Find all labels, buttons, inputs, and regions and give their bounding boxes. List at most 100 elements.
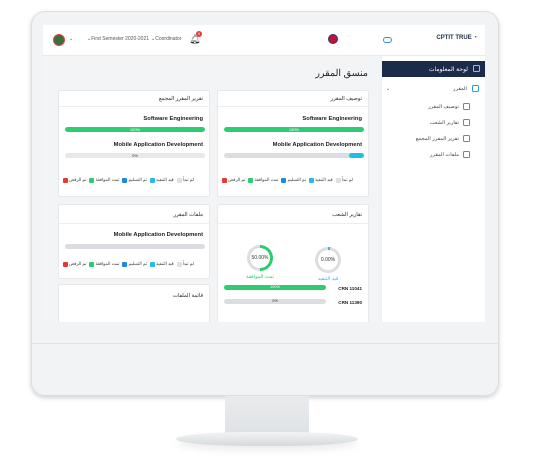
legend-item: تم الرفض [63, 261, 86, 267]
legend-item: تمت الموافقة [248, 177, 278, 183]
semester-dropdown[interactable]: ⌄First Semester 2020-2021 [87, 36, 149, 42]
approved-ring: 50.00% [247, 245, 273, 271]
status-legend: لم تبدأ قيد التنفيذ تم التسليم تمت الموا… [63, 177, 194, 183]
sidebar-item-course-spec[interactable]: توصيف المقرر [381, 100, 485, 114]
legend-item: تم التسليم [122, 177, 147, 183]
legend-item: قيد التنفيذ [308, 177, 333, 183]
course-files-card: ملفات المقرر Mobile Application Developm… [58, 204, 210, 279]
course-name: Software Engineering [143, 116, 203, 122]
progress-bar [224, 153, 364, 158]
card-divider [218, 106, 368, 107]
legend-item: تم التسليم [281, 177, 306, 183]
legend-swatch [149, 177, 155, 183]
chart-icon [463, 135, 470, 142]
legend-item: تم الرفض [222, 177, 245, 183]
crn-label: CRN 11390 [338, 300, 362, 305]
approved-label: تمت الموافقة [246, 274, 274, 280]
chevron-down-icon: ⌄ [386, 86, 391, 92]
card-title: قائمة الملفات [172, 293, 203, 299]
sidebar-item-label: تقرير المقرر المجمع [415, 136, 459, 142]
sidebar-item-label: ملفات المقرر [429, 152, 459, 158]
legend-item: تمت الموافقة [89, 177, 119, 183]
legend-swatch [335, 177, 341, 183]
progress-bar: 100% [224, 127, 364, 132]
role-label: Coordinator [155, 36, 182, 42]
semester-label: First Semester 2020-2021 [91, 36, 150, 42]
logo-dropdown-chevron-icon[interactable]: ⌄ [69, 36, 73, 42]
legend-item: تمت الموافقة [89, 261, 119, 267]
legend-swatch [222, 177, 227, 183]
sidebar-item-label: المقرر [452, 86, 467, 92]
sidebar-item-label: توصيف المقرر [428, 104, 459, 110]
course-spec-card: توصيف المقرر Software Engineering 100% M… [217, 90, 369, 197]
sidebar-item-sections-reports[interactable]: تقارير الشعب [381, 116, 485, 130]
status-legend: لم تبدأ قيد التنفيذ تم التسليم تمت الموا… [222, 177, 353, 183]
legend-swatch [248, 177, 254, 183]
sidebar-item-combined-report[interactable]: تقرير المقرر المجمع [381, 132, 485, 146]
course-icon [472, 85, 479, 92]
legend-item: تم التسليم [122, 261, 147, 267]
sidebar-item-label: تقارير الشعب [429, 120, 459, 126]
monitor-stand-base [176, 432, 358, 446]
monitor-mockup: ⌄ ⌄First Semester 2020-2021 ⌄Coordinator… [0, 0, 536, 461]
card-divider [59, 106, 209, 107]
legend-swatch [122, 177, 128, 183]
legend-item: تم الرفض [63, 177, 86, 183]
combined-report-card: تقرير المقرر المجمع Software Engineering… [58, 90, 210, 197]
sidebar-item-course-files[interactable]: ملفات المقرر [381, 148, 485, 162]
legend-item: لم تبدأ [176, 177, 194, 183]
brand-name: CPTIT TRUE ◔ [436, 35, 477, 41]
notification-badge: 0 [196, 31, 202, 37]
in-progress-ring: 0.00% [315, 247, 341, 273]
card-title: توصيف المقرر [330, 96, 362, 102]
monitor-chin-divider [31, 343, 499, 344]
legend-swatch [122, 261, 128, 267]
sidebar-item-course[interactable]: ⌄ المقرر [381, 82, 485, 96]
sidebar: لوحة المعلومات ⌄ المقرر توصيف المقرر تقا… [381, 56, 485, 322]
card-title: تقارير الشعب [332, 212, 362, 218]
legend-swatch [63, 177, 68, 183]
status-legend: لم تبدأ قيد التنفيذ تم التسليم تمت الموا… [63, 261, 194, 267]
legend-swatch [149, 261, 155, 267]
folder-icon [463, 151, 470, 158]
report-icon [463, 119, 470, 126]
card-title: ملفات المقرر [173, 212, 203, 218]
document-icon [463, 103, 470, 110]
top-bar: ⌄ ⌄First Semester 2020-2021 ⌄Coordinator… [43, 25, 485, 56]
crn-label: CRN 11041 [338, 286, 362, 291]
ring-value: 0.00% [318, 250, 338, 270]
card-divider [59, 223, 209, 224]
ring-value: 50.00% [250, 248, 270, 268]
legend-item: لم تبدأ [176, 261, 194, 267]
progress-percent: 0% [132, 153, 138, 158]
course-name: Mobile Application Development [113, 232, 203, 238]
legend-item: قيد التنفيذ [149, 261, 174, 267]
monitor-stand-neck [225, 396, 309, 436]
sidebar-item-dashboard[interactable]: لوحة المعلومات [382, 61, 485, 77]
course-name: Software Engineering [302, 116, 362, 122]
crn-progress-bar: 100% [224, 285, 326, 290]
legend-swatch [89, 177, 95, 183]
role-dropdown[interactable]: ⌄Coordinator [151, 36, 181, 42]
university-logo-icon[interactable] [53, 34, 65, 46]
legend-item: لم تبدأ [335, 177, 353, 183]
legend-swatch [308, 177, 314, 183]
main-content: منسق المقرر توصيف المقرر Software Engine… [43, 56, 381, 322]
card-divider [218, 223, 368, 224]
progress-bar: 0% [65, 153, 205, 158]
files-list-card: قائمة الملفات [58, 284, 210, 322]
progress-bar: 100% [65, 127, 205, 132]
legend-swatch [63, 261, 68, 267]
legend-swatch [176, 261, 182, 267]
dashboard-icon [473, 65, 480, 72]
in-progress-label: قيد التنفيذ [317, 276, 339, 282]
sidebar-toggle-icon[interactable] [383, 37, 392, 43]
course-name: Mobile Application Development [272, 142, 362, 148]
progress-percent: 100% [129, 127, 141, 132]
legend-swatch [89, 261, 95, 267]
crn-progress-percent: 100% [270, 285, 280, 289]
language-flag-icon[interactable] [328, 34, 338, 44]
progress-percent: 100% [288, 127, 300, 132]
legend-swatch [176, 177, 182, 183]
card-title: تقرير المقرر المجمع [158, 96, 203, 102]
